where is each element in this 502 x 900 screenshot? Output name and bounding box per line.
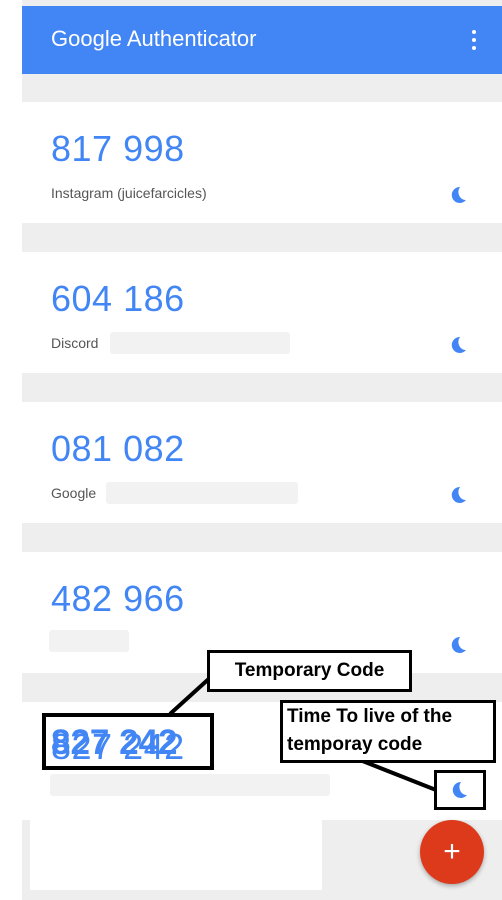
- countdown-timer-icon: [452, 781, 467, 798]
- callout-ttl: Time To live of the temporay code: [280, 700, 496, 763]
- callout-temporary-code: Temporary Code: [207, 650, 412, 692]
- callout-temporary-code-text: Temporary Code: [234, 660, 385, 681]
- highlighted-code: 827 242: [51, 723, 178, 762]
- callout-ttl-line1: Time To live of the: [287, 706, 453, 727]
- highlighted-code-text: 827 242: [51, 723, 178, 762]
- callout-ttl-line2: temporay code: [287, 734, 423, 755]
- highlight-box-code: 827 242: [42, 713, 214, 770]
- highlight-box-timer: [434, 770, 486, 810]
